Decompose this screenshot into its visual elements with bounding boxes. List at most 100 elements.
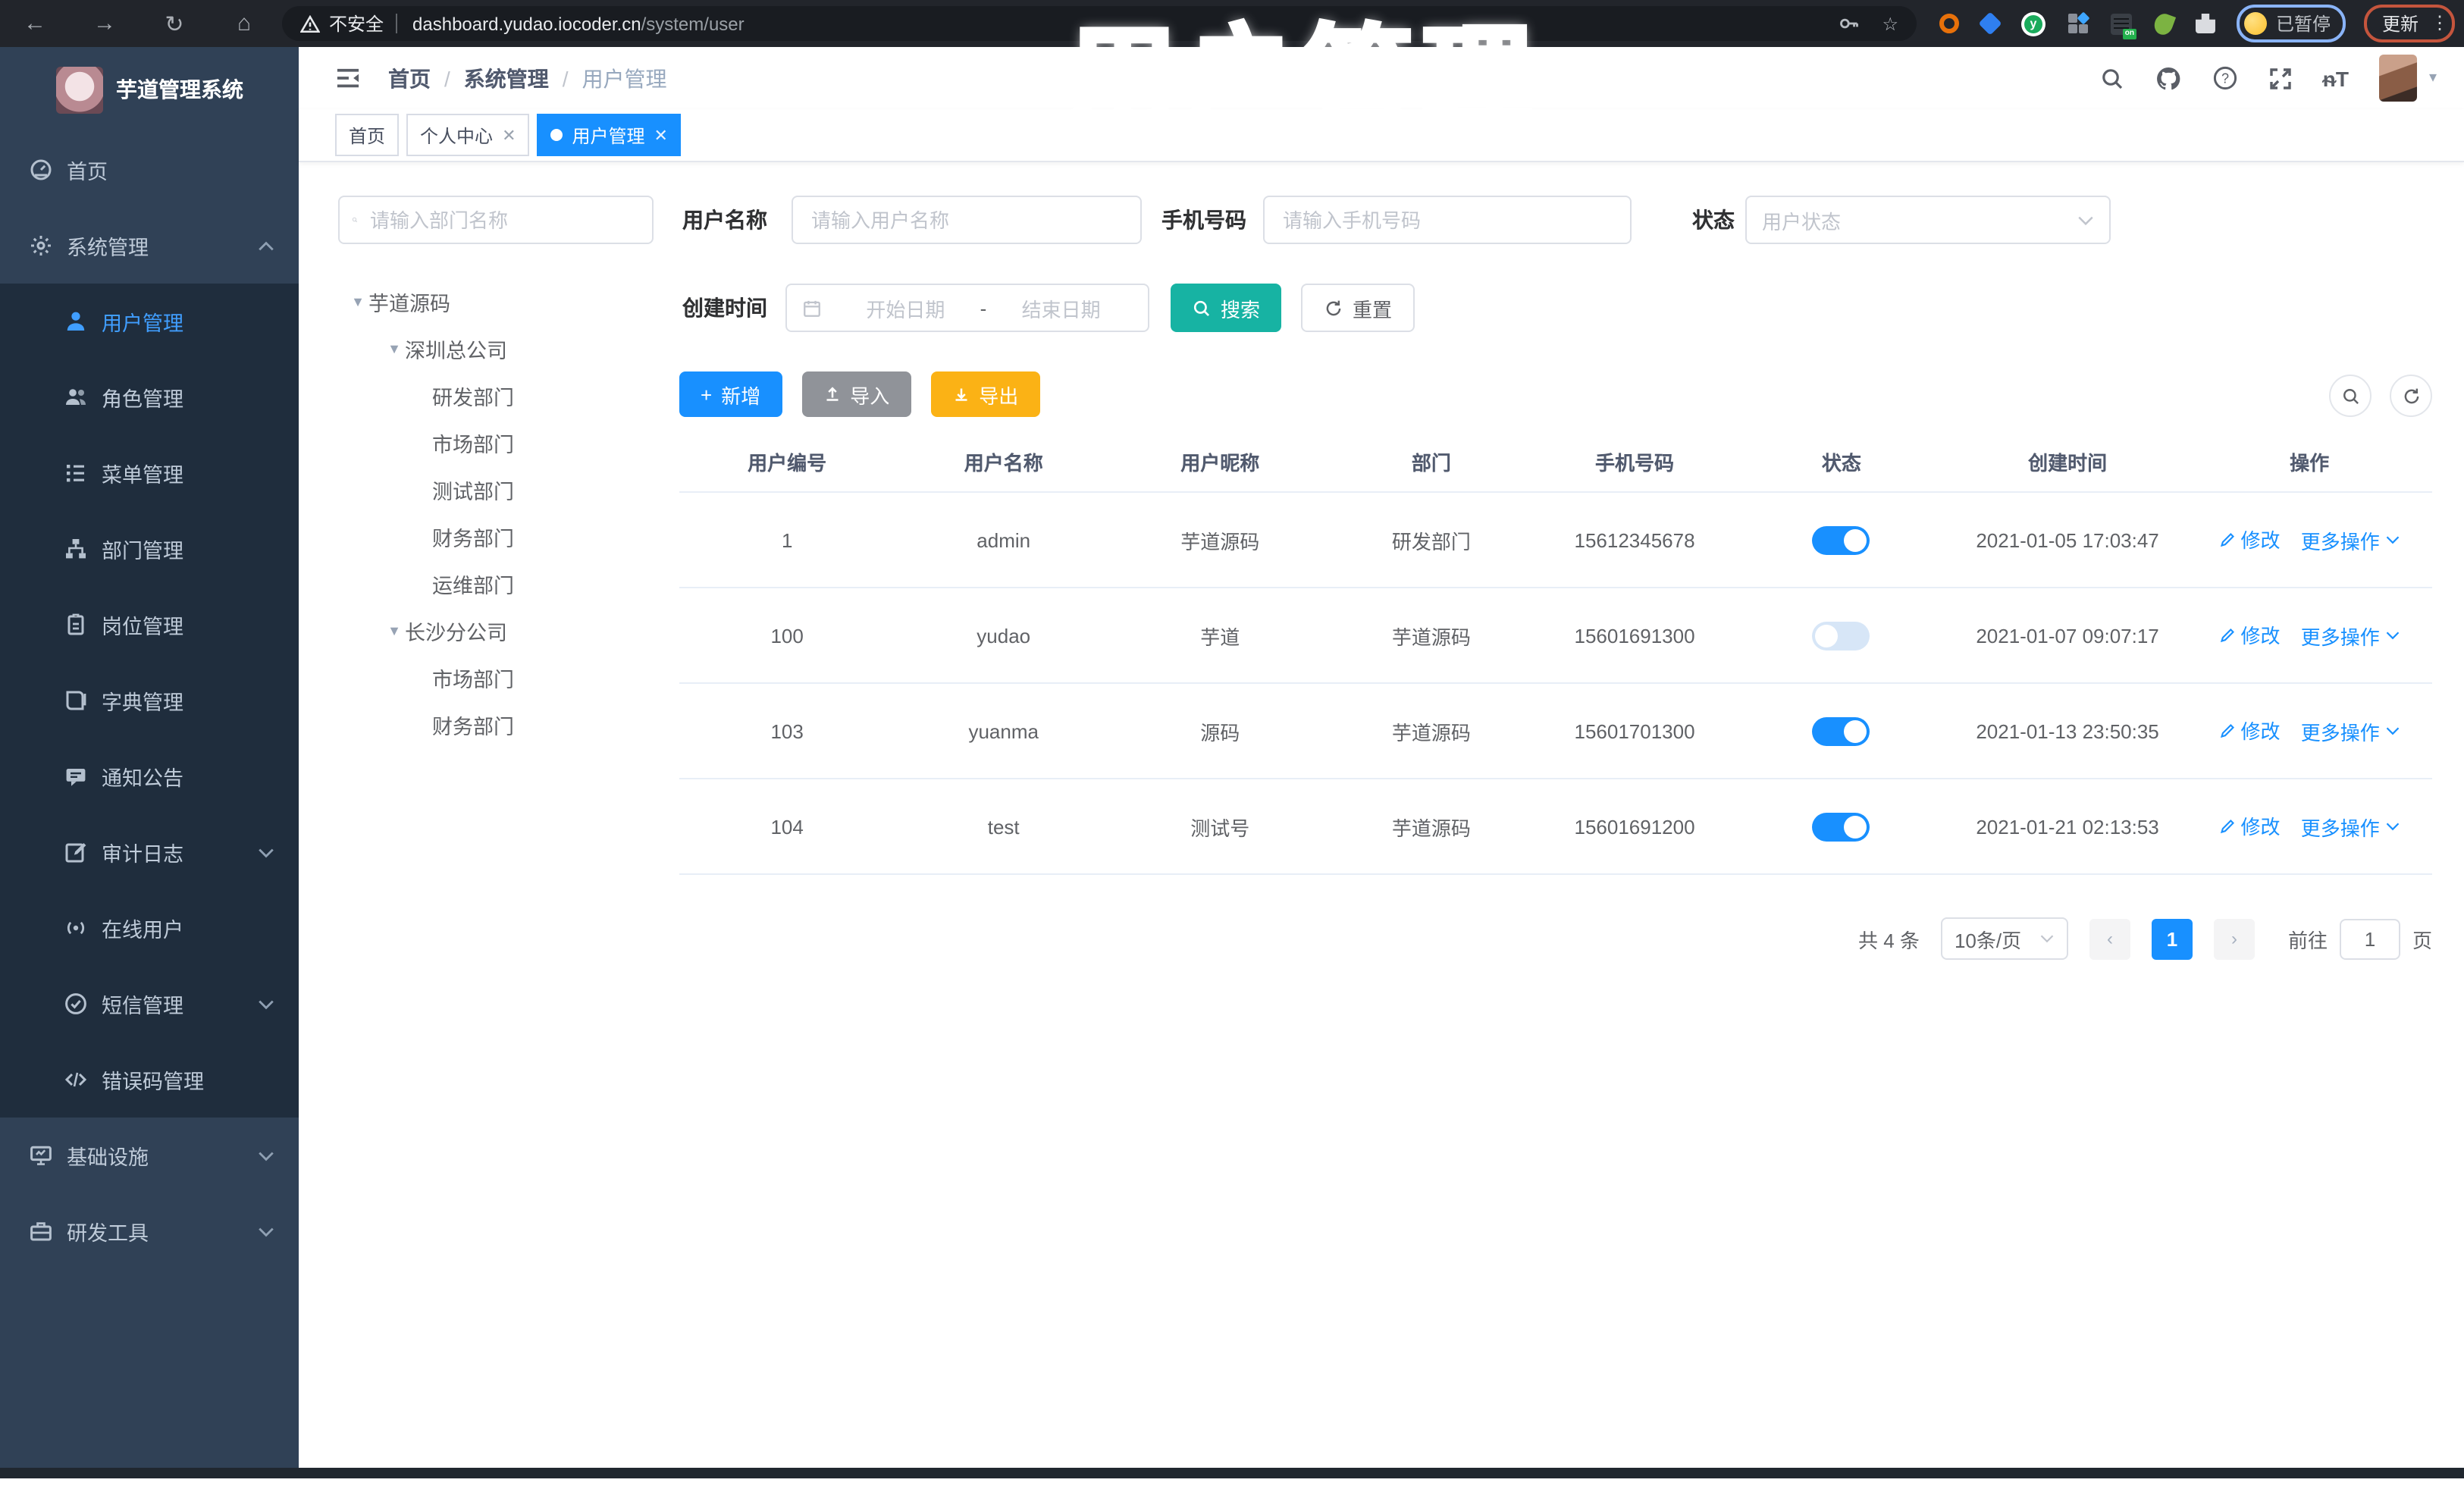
extensions-puzzle-icon[interactable] [2195, 14, 2215, 33]
caret-down-icon[interactable]: ▼ [384, 622, 405, 638]
tree-node[interactable]: ▼ 长沙分公司 [338, 607, 654, 654]
password-key-icon[interactable] [1838, 12, 1861, 35]
edit-link[interactable]: 修改 [2218, 716, 2281, 745]
address-bar[interactable]: 不安全 dashboard.yudao.iocoder.cn/system/us… [282, 6, 1917, 41]
username-field[interactable] [792, 196, 1142, 244]
edit-link[interactable]: 修改 [2218, 525, 2281, 554]
font-size-icon[interactable]: ᵰT [2323, 66, 2349, 90]
status-toggle[interactable] [1812, 716, 1870, 745]
chevron-down-icon [2386, 823, 2401, 832]
tab-profile[interactable]: 个人中心 ✕ [406, 114, 530, 156]
search-icon [1192, 298, 1212, 318]
extension-green-y-icon[interactable]: y [2020, 11, 2045, 36]
sidebar-item-dict-mgmt[interactable]: 字典管理 [0, 663, 299, 738]
search-button[interactable]: 搜索 [1171, 284, 1282, 332]
extension-grid-icon[interactable] [2067, 11, 2090, 33]
caret-down-icon[interactable]: ▼ [347, 293, 368, 309]
pagination: 共 4 条 10条/页 ‹ 1 › 前往 页 [679, 917, 2432, 960]
add-button[interactable]: + 新增 [679, 371, 782, 417]
prev-page-button[interactable]: ‹ [2089, 918, 2130, 959]
status-toggle[interactable] [1812, 621, 1870, 650]
dept-search-box[interactable] [338, 196, 654, 244]
sidebar-collapse-icon[interactable] [335, 67, 361, 89]
breadcrumb-system[interactable]: 系统管理 [464, 63, 549, 93]
more-actions-link[interactable]: 更多操作 [2301, 526, 2401, 555]
status-toggle[interactable] [1812, 525, 1870, 554]
current-page-button[interactable]: 1 [2151, 918, 2193, 959]
tree-node[interactable]: 运维部门 [338, 560, 654, 607]
tree-node[interactable]: 研发部门 [338, 371, 654, 418]
sidebar-item-user-mgmt[interactable]: 用户管理 [0, 284, 299, 359]
browser-home-icon[interactable]: ⌂ [209, 11, 279, 36]
sidebar-item-notice[interactable]: 通知公告 [0, 738, 299, 814]
sidebar-item-role-mgmt[interactable]: 角色管理 [0, 359, 299, 435]
active-tab-dot [550, 129, 563, 141]
edit-link[interactable]: 修改 [2218, 621, 2281, 650]
github-icon[interactable] [2155, 64, 2182, 92]
more-actions-link[interactable]: 更多操作 [2301, 717, 2401, 746]
sidebar-item-post-mgmt[interactable]: 岗位管理 [0, 587, 299, 663]
close-icon[interactable]: ✕ [502, 125, 516, 145]
extension-leaf-icon[interactable] [2151, 10, 2177, 37]
sidebar-item-infrastructure[interactable]: 基础设施 [0, 1118, 299, 1193]
username-input[interactable] [808, 207, 1125, 233]
sidebar-item-dev-tools[interactable]: 研发工具 [0, 1193, 299, 1269]
export-button[interactable]: 导出 [930, 371, 1040, 417]
user-avatar[interactable] [2378, 55, 2417, 102]
sidebar-item-audit-log[interactable]: 审计日志 [0, 814, 299, 890]
browser-update-button[interactable]: 更新 ⋮ [2364, 5, 2456, 42]
extension-ubuntu-icon[interactable] [1939, 14, 1959, 33]
date-range-picker[interactable]: 开始日期 - 结束日期 [785, 284, 1149, 332]
sidebar-item-sms-mgmt[interactable]: 短信管理 [0, 966, 299, 1042]
sidebar-item-dept-mgmt[interactable]: 部门管理 [0, 511, 299, 587]
dept-search-input[interactable] [367, 207, 640, 233]
tree-node[interactable]: 财务部门 [338, 701, 654, 748]
app-logo-row[interactable]: 芋道管理系统 [0, 47, 299, 132]
tab-home[interactable]: 首页 [335, 114, 400, 156]
bookmark-star-icon[interactable]: ☆ [1882, 13, 1898, 34]
extension-tabs-on-icon[interactable]: on [2110, 13, 2136, 39]
plus-icon: + [701, 383, 713, 406]
sidebar-item-error-code[interactable]: 错误码管理 [0, 1042, 299, 1118]
sidebar-item-online-users[interactable]: 在线用户 [0, 890, 299, 966]
breadcrumb-home[interactable]: 首页 [388, 63, 431, 93]
table-row: 1 admin 芋道源码 研发部门 15612345678 2021-01-05… [679, 492, 2432, 588]
header-search-icon[interactable] [2100, 66, 2124, 90]
next-page-button[interactable]: › [2213, 918, 2255, 959]
toggle-search-icon-button[interactable] [2329, 375, 2372, 417]
browser-profile-chip[interactable]: 已暂停 [2236, 5, 2346, 42]
browser-back-icon[interactable]: ← [0, 11, 70, 36]
help-icon[interactable]: ? [2212, 65, 2238, 91]
sidebar-item-home[interactable]: 首页 [0, 132, 299, 208]
tree-node[interactable]: ▼ 芋道源码 [338, 277, 654, 324]
import-button[interactable]: 导入 [801, 371, 911, 417]
edit-link[interactable]: 修改 [2218, 812, 2281, 841]
mobile-input[interactable] [1280, 207, 1615, 233]
extension-gem-icon[interactable] [1978, 11, 2002, 36]
tab-user-mgmt[interactable]: 用户管理 ✕ [537, 114, 682, 156]
refresh-table-button[interactable] [2390, 375, 2432, 417]
avatar-caret-icon[interactable]: ▾ [2429, 70, 2437, 86]
reset-button[interactable]: 重置 [1301, 284, 1415, 332]
sidebar-item-system[interactable]: 系统管理 [0, 208, 299, 284]
more-actions-link[interactable]: 更多操作 [2301, 813, 2401, 842]
tree-node[interactable]: 测试部门 [338, 466, 654, 513]
mobile-field[interactable] [1263, 196, 1632, 244]
tree-node[interactable]: 财务部门 [338, 513, 654, 560]
tree-node[interactable]: 市场部门 [338, 418, 654, 466]
browser-reload-icon[interactable]: ↻ [140, 10, 209, 37]
caret-down-icon[interactable]: ▼ [384, 340, 405, 356]
tree-node[interactable]: ▼ 深圳总公司 [338, 324, 654, 371]
username-label: 用户名称 [682, 208, 767, 232]
page-size-select[interactable]: 10条/页 [1940, 917, 2068, 960]
status-select[interactable]: 用户状态 [1745, 196, 2111, 244]
tree-node[interactable]: 市场部门 [338, 654, 654, 701]
sidebar-item-menu-mgmt[interactable]: 菜单管理 [0, 435, 299, 511]
fullscreen-icon[interactable] [2268, 66, 2293, 90]
browser-menu-icon[interactable]: ⋮ [2431, 14, 2449, 32]
browser-forward-icon[interactable]: → [70, 11, 140, 36]
close-icon[interactable]: ✕ [654, 125, 668, 145]
goto-page-input[interactable] [2339, 918, 2400, 959]
more-actions-link[interactable]: 更多操作 [2301, 622, 2401, 650]
status-toggle[interactable] [1812, 812, 1870, 841]
